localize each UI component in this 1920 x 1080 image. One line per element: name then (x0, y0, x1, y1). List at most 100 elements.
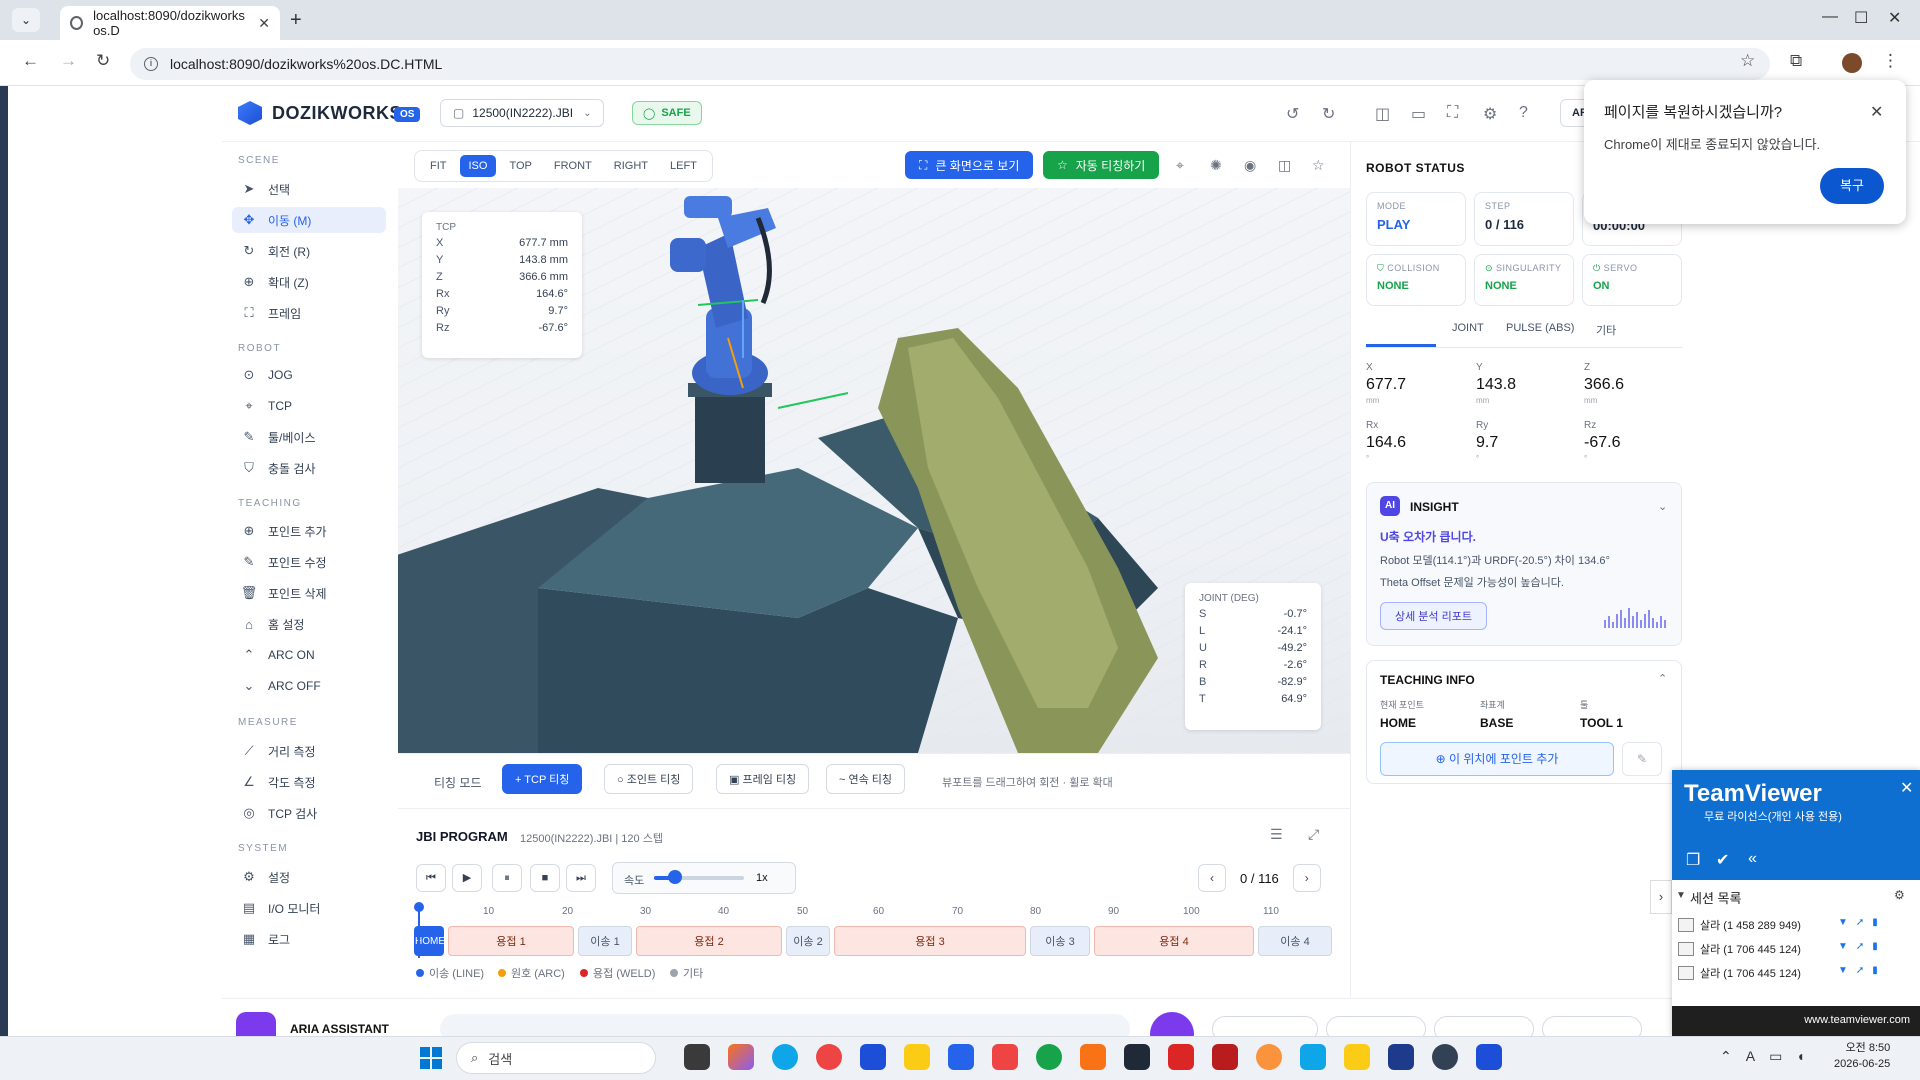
system-tray[interactable]: ⌃A▭◖ (1720, 1048, 1819, 1065)
frame-teach-button[interactable]: ▣ 프레임 티칭 (716, 764, 810, 794)
taskbar-clock[interactable]: 오전 8:50 2026-06-25 (1834, 1040, 1890, 1072)
tools-icon[interactable]: ✔ (1716, 850, 1729, 870)
big-screen-button[interactable]: ⛶ 큰 화면으로 보기 (905, 151, 1034, 179)
sidebar-item-collision[interactable]: ⛉ 충돌 검사 (232, 455, 386, 481)
browser-menu-icon[interactable]: ⋮ (1882, 51, 1899, 71)
app-blue-icon[interactable] (1388, 1044, 1414, 1070)
close-tab-icon[interactable]: ✕ (258, 15, 270, 32)
chrome-icon[interactable] (816, 1044, 842, 1070)
tab-joint[interactable]: JOINT (1452, 322, 1484, 334)
sidebar-item-jog[interactable]: ⊙ JOG (232, 362, 386, 388)
continuous-teach-button[interactable]: ~ 연속 티칭 (826, 764, 906, 794)
view-left-button[interactable]: LEFT (661, 155, 706, 177)
view-iso-button[interactable]: ISO (459, 155, 497, 177)
snapshot-icon[interactable]: ◫ (1278, 157, 1291, 174)
app-green-icon[interactable] (1036, 1044, 1062, 1070)
detail-report-button[interactable]: 상세 분석 리포트 (1380, 602, 1487, 630)
forward-icon[interactable]: → (60, 51, 77, 71)
sidebar-item-select[interactable]: ➤ 선택 (232, 176, 386, 202)
pdf-app-icon[interactable] (1212, 1044, 1238, 1070)
youtube-icon[interactable] (992, 1044, 1018, 1070)
tab-other[interactable]: 기타 (1596, 322, 1616, 338)
double-chevron-left-icon[interactable]: « (1748, 850, 1757, 868)
timeline-segment-line[interactable]: 이송 3 (1030, 926, 1090, 956)
sidebar-item-frame[interactable]: ⛶ 프레임 (232, 300, 386, 326)
sidebar-item-distance[interactable]: ⟋ 거리 측정 (232, 738, 386, 764)
file-selector[interactable]: ▢ 12500(IN2222).JBI ⌄ (440, 99, 605, 127)
edit-point-button[interactable]: ✎ (1622, 742, 1662, 776)
session-row[interactable]: 살라 (1 706 445 124) (1678, 962, 1801, 984)
reload-icon[interactable]: ↻ (96, 51, 110, 71)
sidebar-item-zoom[interactable]: ⊕ 확대 (Z) (232, 269, 386, 295)
session-actions-icon[interactable]: ▼➚▮ (1838, 965, 1886, 976)
skip-back-icon[interactable]: ⏮ (416, 864, 446, 892)
sidebar-item-move[interactable]: ✥ 이동 (M) (232, 207, 386, 233)
search-app-icon[interactable] (1080, 1044, 1106, 1070)
skip-forward-icon[interactable]: ⏭ (566, 864, 596, 892)
task-view-icon[interactable] (684, 1044, 710, 1070)
tab-pulse[interactable]: PULSE (ABS) (1506, 322, 1574, 334)
sidebar-item-add-point[interactable]: ⊕ 포인트 추가 (232, 518, 386, 544)
copy-icon[interactable]: ❐ (1686, 850, 1700, 870)
session-actions-icon[interactable]: ▼➚▮ (1838, 941, 1886, 952)
copilot-icon[interactable] (728, 1044, 754, 1070)
favorite-icon[interactable]: ☆ (1312, 157, 1325, 174)
taskbar-search[interactable]: ⌕ 검색 (456, 1042, 656, 1074)
session-row[interactable]: 살라 (1 706 445 124) (1678, 938, 1801, 960)
acrobat-icon[interactable] (1168, 1044, 1194, 1070)
sidebar-item-tcp[interactable]: ⌖ TCP (232, 393, 386, 419)
terminal-icon[interactable] (1124, 1044, 1150, 1070)
sidebar-item-home-set[interactable]: ⌂ 홈 설정 (232, 611, 386, 637)
crosshair-icon[interactable]: ⌖ (1176, 157, 1184, 174)
sidebar-item-angle[interactable]: ∠ 각도 측정 (232, 769, 386, 795)
undo-icon[interactable]: ↺ (1286, 104, 1299, 124)
next-step-icon[interactable]: › (1292, 864, 1321, 892)
view-top-button[interactable]: TOP (500, 155, 540, 177)
speed-slider-handle[interactable] (668, 870, 682, 884)
stop-icon[interactable]: ■ (530, 864, 560, 892)
vscode-icon[interactable] (1300, 1044, 1326, 1070)
minimize-icon[interactable]: — (1822, 8, 1838, 26)
timeline-segment-line[interactable]: 이송 4 (1258, 926, 1332, 956)
sidebar-item-delete-point[interactable]: 🗑 포인트 삭제 (232, 580, 386, 606)
pause-icon[interactable]: ⏸ (492, 864, 522, 892)
extensions-icon[interactable]: ⧉ (1790, 51, 1802, 71)
timeline-segment-line[interactable]: 이송 1 (578, 926, 632, 956)
windows-start-icon[interactable] (420, 1047, 442, 1069)
timeline-segment-weld[interactable]: 용접 2 (636, 926, 782, 956)
sidebar-item-rotate[interactable]: ↻ 회전 (R) (232, 238, 386, 264)
collapse-triangle-icon[interactable]: ▼ (1676, 890, 1686, 901)
tcp-teach-button[interactable]: + TCP 티칭 (502, 764, 583, 794)
timeline-playhead-handle[interactable] (414, 902, 424, 912)
timeline-segment-weld[interactable]: 용접 4 (1094, 926, 1254, 956)
teamviewer-close-icon[interactable]: ✕ (1900, 778, 1913, 798)
fullscreen-icon[interactable]: ⛶ (1447, 104, 1458, 122)
sun-icon[interactable]: ✺ (1210, 157, 1222, 174)
add-point-here-button[interactable]: ⊕ 이 위치에 포인트 추가 (1380, 742, 1614, 776)
session-settings-icon[interactable]: ⚙ (1894, 888, 1905, 902)
restore-button[interactable]: 복구 (1820, 168, 1884, 204)
close-window-icon[interactable]: ✕ (1888, 8, 1901, 28)
auto-teach-button[interactable]: ☆ 자동 티칭하기 (1043, 151, 1160, 179)
list-icon[interactable]: ☰ (1270, 826, 1283, 843)
camera-icon[interactable]: ◫ (1375, 104, 1390, 124)
teaching-info-collapse-icon[interactable]: ⌃ (1658, 672, 1667, 685)
insight-collapse-icon[interactable]: ⌄ (1658, 500, 1667, 513)
sidebar-item-tool-base[interactable]: ✎ 툴/베이스 (232, 424, 386, 450)
file-explorer-icon[interactable] (904, 1044, 930, 1070)
new-tab-button[interactable]: + (290, 9, 302, 32)
restore-window-icon[interactable]: ☐ (1854, 8, 1868, 28)
view-front-button[interactable]: FRONT (545, 155, 601, 177)
edge-icon[interactable] (772, 1044, 798, 1070)
sidebar-item-arc-on[interactable]: ⌃ ARC ON (232, 642, 386, 668)
store-icon[interactable] (948, 1044, 974, 1070)
tab-search-button[interactable]: ⌄ (12, 8, 40, 32)
sidebar-item-log[interactable]: ▦ 로그 (232, 926, 386, 952)
bookmark-star-icon[interactable]: ☆ (1740, 51, 1755, 71)
view-fit-button[interactable]: FIT (421, 155, 456, 177)
sidebar-item-settings[interactable]: ⚙ 설정 (232, 864, 386, 890)
sidebar-item-arc-off[interactable]: ⌄ ARC OFF (232, 673, 386, 699)
view-right-button[interactable]: RIGHT (605, 155, 657, 177)
eye-icon[interactable]: ◉ (1244, 157, 1256, 174)
profile-avatar[interactable] (1842, 53, 1862, 73)
